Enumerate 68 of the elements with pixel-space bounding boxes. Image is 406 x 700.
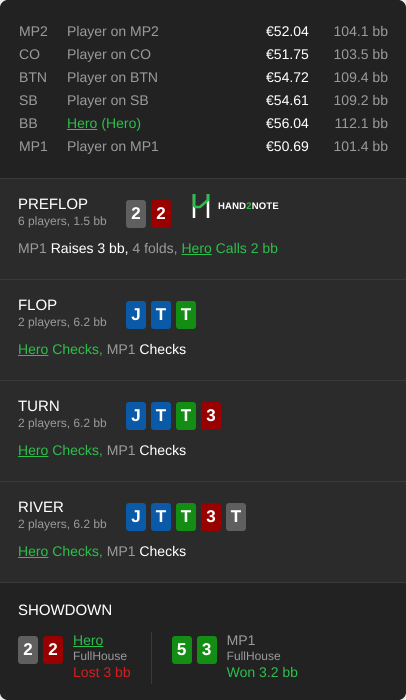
street-info: 2 players, 6.2 bb xyxy=(18,315,108,329)
playing-card: T xyxy=(151,402,171,430)
playing-card: T xyxy=(176,402,196,430)
street-title: RIVER xyxy=(18,499,65,517)
playing-card: J xyxy=(126,503,146,531)
stack-bb: 104.1 bb xyxy=(332,22,388,38)
showdown-title: SHOWDOWN xyxy=(18,602,114,620)
position-label: MP1 xyxy=(19,138,49,154)
action-line: Hero Checks, MP1 Checks xyxy=(18,442,188,458)
stack-amount: €56.04 xyxy=(266,114,310,130)
position-label: MP2 xyxy=(19,22,49,38)
result-text: Lost 3 bb xyxy=(73,664,131,680)
playing-card: J xyxy=(126,402,146,430)
result-text: Won 3.2 bb xyxy=(226,664,298,680)
logo-text: HAND2NOTE xyxy=(218,200,279,212)
action-line: Hero Checks, MP1 Checks xyxy=(18,341,188,357)
playing-card: T xyxy=(176,301,196,329)
stack-bb: 109.2 bb xyxy=(332,92,388,108)
street-info: 2 players, 6.2 bb xyxy=(18,517,108,531)
stack-bb: 109.4 bb xyxy=(332,68,388,84)
stack-amount: €51.75 xyxy=(266,46,310,62)
player-name: Player on SB xyxy=(67,92,149,108)
hero-tag: (Hero) xyxy=(101,114,142,130)
action-line: Hero Checks, MP1 Checks xyxy=(18,543,188,559)
player-name: Player on MP2 xyxy=(67,22,159,38)
player-name: Player on MP1 xyxy=(67,138,159,154)
logo-icon xyxy=(191,193,211,219)
playing-card: T xyxy=(226,503,246,531)
hand-type: FullHouse xyxy=(73,648,128,664)
position-label: BB xyxy=(19,114,39,130)
position-label: BTN xyxy=(19,68,48,84)
hero-link[interactable]: Hero xyxy=(18,543,48,559)
stack-amount: €54.72 xyxy=(266,68,310,84)
hero-link[interactable]: Hero xyxy=(18,341,48,357)
stack-amount: €50.69 xyxy=(266,138,310,154)
street-title: FLOP xyxy=(18,297,58,315)
playing-card: 5 xyxy=(172,636,192,664)
playing-card: 3 xyxy=(201,402,221,430)
hero-link[interactable]: Hero xyxy=(181,240,212,256)
street-title: TURN xyxy=(18,398,61,416)
hand-type: FullHouse xyxy=(226,648,282,664)
street-info: 2 players, 6.2 bb xyxy=(18,416,108,430)
playing-card: 2 xyxy=(18,636,38,664)
action-line: MP1 Raises 3 bb, 4 folds, Hero Calls 2 bb xyxy=(18,240,279,256)
stack-amount: €54.61 xyxy=(266,92,310,108)
stack-bb: 112.1 bb xyxy=(334,114,388,130)
playing-card: 2 xyxy=(43,636,63,664)
player-name: Player on BTN xyxy=(67,68,158,84)
playing-card: T xyxy=(176,503,196,531)
hero-link[interactable]: Hero xyxy=(67,114,98,130)
player-name: MP1 xyxy=(226,632,256,648)
position-label: CO xyxy=(19,46,41,62)
stack-bb: 101.4 bb xyxy=(332,138,388,154)
player-name: Player on CO xyxy=(67,46,152,62)
street-info: 6 players, 1.5 bb xyxy=(18,214,108,228)
street-title: PREFLOP xyxy=(18,196,90,214)
hero-link[interactable]: Hero xyxy=(73,632,131,648)
stack-bb: 103.5 bb xyxy=(332,46,388,62)
playing-card: 2 xyxy=(151,200,171,228)
playing-card: T xyxy=(151,301,171,329)
playing-card: T xyxy=(151,503,171,531)
playing-card: J xyxy=(126,301,146,329)
playing-card: 3 xyxy=(201,503,221,531)
playing-card: 3 xyxy=(196,636,217,664)
stack-amount: €52.04 xyxy=(266,22,310,38)
playing-card: 2 xyxy=(126,200,146,228)
hero-link[interactable]: Hero xyxy=(18,442,48,458)
position-label: SB xyxy=(19,92,39,108)
